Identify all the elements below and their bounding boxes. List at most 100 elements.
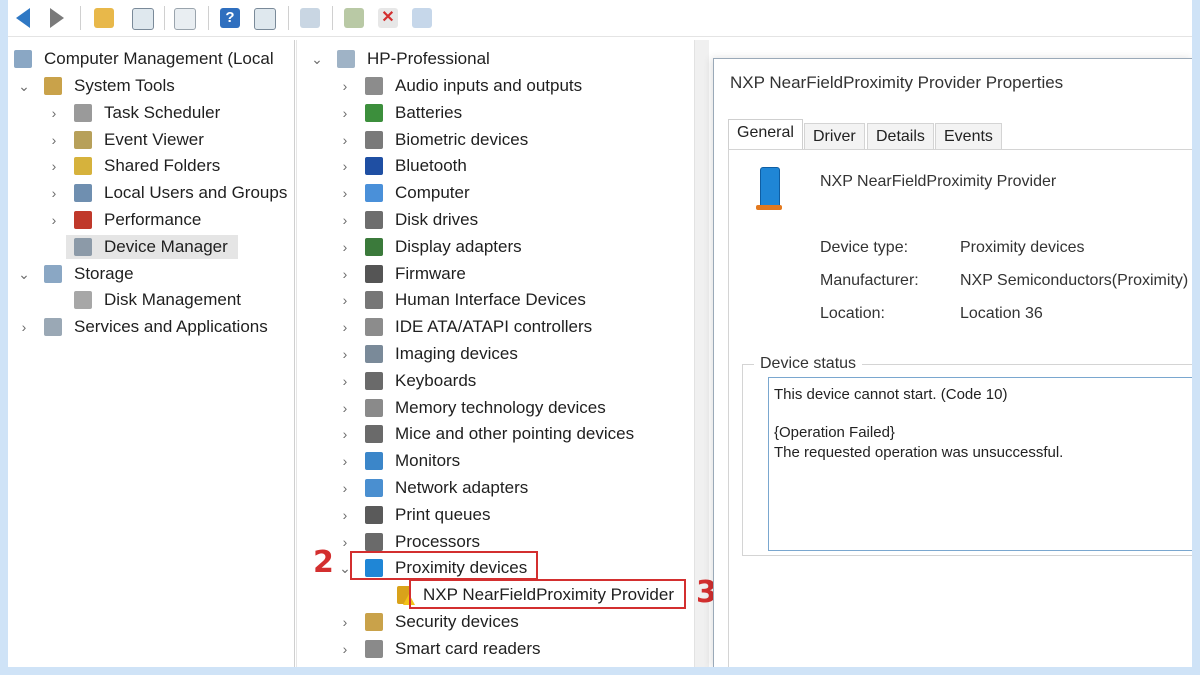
tab-events[interactable]: Events bbox=[935, 123, 1002, 150]
network-adapters-icon bbox=[365, 479, 383, 497]
chevron-right-icon[interactable]: › bbox=[337, 502, 353, 528]
enable-device-icon[interactable] bbox=[412, 8, 432, 28]
bluetooth-icon bbox=[365, 157, 383, 176]
device-tree-item-label: Computer bbox=[395, 183, 470, 203]
chevron-right-icon[interactable]: › bbox=[337, 287, 353, 313]
chevron-right-icon[interactable]: › bbox=[16, 314, 32, 340]
chevron-right-icon[interactable]: › bbox=[46, 180, 62, 206]
help-icon[interactable]: ? bbox=[220, 8, 240, 28]
device-status-textbox[interactable]: This device cannot start. (Code 10) {Ope… bbox=[768, 377, 1192, 551]
chevron-right-icon[interactable]: › bbox=[46, 127, 62, 153]
chevron-right-icon[interactable]: › bbox=[337, 153, 353, 179]
tree-item-label: Local Users and Groups bbox=[104, 183, 288, 203]
chevron-right-icon[interactable]: › bbox=[337, 448, 353, 474]
chevron-right-icon[interactable]: › bbox=[337, 73, 353, 99]
location-label: Location: bbox=[820, 305, 885, 322]
back-icon[interactable] bbox=[16, 8, 30, 28]
device-tree-item-label: Biometric devices bbox=[395, 129, 529, 149]
chevron-right-icon[interactable]: › bbox=[337, 261, 353, 287]
manufacturer-label: Manufacturer: bbox=[820, 272, 919, 289]
system-tools-icon bbox=[44, 77, 62, 95]
device-tree-item-label: Software devices bbox=[395, 663, 524, 667]
chevron-right-icon[interactable]: › bbox=[337, 609, 353, 635]
device-tree-item-label: Mice and other pointing devices bbox=[395, 424, 635, 444]
action-pane-icon[interactable] bbox=[254, 8, 276, 30]
device-tree-item-label: Batteries bbox=[395, 102, 463, 122]
tree-item-label: Shared Folders bbox=[104, 156, 221, 176]
computer-icon bbox=[337, 50, 355, 68]
tree-item-label: Disk Management bbox=[104, 290, 242, 310]
chevron-down-icon[interactable]: ⌄ bbox=[16, 73, 32, 99]
chevron-right-icon[interactable]: › bbox=[337, 180, 353, 206]
chevron-down-icon[interactable]: ⌄ bbox=[16, 261, 32, 287]
device-properties-dialog: NXP NearFieldProximity Provider Properti… bbox=[713, 58, 1192, 667]
device-tree-item-label: Security devices bbox=[395, 612, 519, 631]
chevron-right-icon[interactable]: › bbox=[46, 153, 62, 179]
up-folder-icon[interactable] bbox=[94, 8, 114, 28]
chevron-right-icon[interactable]: › bbox=[337, 127, 353, 153]
chevron-right-icon[interactable]: › bbox=[337, 395, 353, 421]
batteries-icon bbox=[365, 103, 383, 122]
event-viewer-icon bbox=[74, 130, 92, 149]
biometric-devices-icon bbox=[365, 130, 383, 149]
chevron-down-icon[interactable]: ⌄ bbox=[309, 46, 325, 72]
chevron-right-icon[interactable]: › bbox=[337, 421, 353, 447]
device-name: NXP NearFieldProximity Provider bbox=[820, 173, 1057, 190]
manufacturer-value: NXP Semiconductors(Proximity) bbox=[960, 272, 1189, 289]
chevron-right-icon[interactable]: › bbox=[337, 314, 353, 340]
device-manager-icon bbox=[74, 237, 92, 256]
uninstall-device-icon[interactable]: ✕ bbox=[378, 8, 398, 28]
chevron-right-icon bbox=[46, 287, 62, 313]
device-type-label: Device type: bbox=[820, 239, 909, 256]
mice-and-other-pointing-devices-icon bbox=[365, 425, 383, 444]
device-tree-item-label: Human Interface Devices bbox=[395, 290, 586, 310]
update-driver-icon[interactable] bbox=[344, 8, 364, 28]
console-tree: Computer Management (Local ⌄ System Tools… bbox=[8, 40, 295, 667]
tree-item-label: Device Manager bbox=[104, 236, 228, 256]
tab-general[interactable]: General bbox=[728, 119, 803, 151]
firmware-icon bbox=[365, 264, 383, 283]
keyboards-icon bbox=[365, 371, 383, 390]
chevron-right-icon[interactable]: › bbox=[337, 207, 353, 233]
forward-icon[interactable] bbox=[50, 8, 64, 28]
chevron-right-icon[interactable]: › bbox=[337, 234, 353, 260]
chevron-right-icon[interactable]: › bbox=[46, 207, 62, 233]
step-marker-2: 2 bbox=[313, 545, 334, 580]
tab-driver[interactable]: Driver bbox=[804, 123, 865, 150]
display-adapters-icon bbox=[365, 237, 383, 256]
chevron-right-icon[interactable]: › bbox=[337, 636, 353, 662]
device-tree-item-label: Audio inputs and outputs bbox=[395, 76, 583, 95]
device-tree-item-label: Disk drives bbox=[395, 210, 479, 229]
device-tree-item-label: Keyboards bbox=[395, 370, 477, 390]
disk-management-icon bbox=[74, 291, 92, 310]
chevron-right-icon[interactable]: › bbox=[337, 341, 353, 367]
scan-hardware-icon[interactable] bbox=[300, 8, 320, 28]
device-tree-item-label: Print queues bbox=[395, 504, 491, 524]
device-tree-item-label: IDE ATA/ATAPI controllers bbox=[395, 317, 593, 337]
device-tree-item-label: Firmware bbox=[395, 263, 466, 283]
toolbar: ? ✕ bbox=[8, 0, 1192, 37]
show-hide-tree-icon[interactable] bbox=[132, 8, 154, 30]
device-status-label: Device status bbox=[754, 355, 863, 373]
properties-icon[interactable] bbox=[174, 8, 196, 30]
status-line: The requested operation was unsuccessful… bbox=[774, 444, 1064, 461]
vertical-scrollbar[interactable] bbox=[694, 40, 709, 667]
highlight-box-step-3 bbox=[409, 579, 686, 609]
device-tree-item-label: Imaging devices bbox=[395, 344, 518, 363]
chevron-right-icon[interactable]: › bbox=[337, 368, 353, 394]
chevron-right-icon[interactable]: › bbox=[337, 663, 353, 667]
tree-item-label: System Tools bbox=[74, 76, 175, 95]
tab-details[interactable]: Details bbox=[867, 123, 934, 150]
device-tree-item-label: Monitors bbox=[395, 451, 461, 471]
local-users-and-groups-icon bbox=[74, 184, 92, 203]
ide-ata-atapi-controllers-icon bbox=[365, 318, 383, 337]
chevron-right-icon[interactable]: › bbox=[337, 100, 353, 126]
tree-item-label: Services and Applications bbox=[74, 317, 268, 337]
status-line: {Operation Failed} bbox=[774, 424, 895, 441]
status-line: This device cannot start. (Code 10) bbox=[774, 386, 1008, 403]
chevron-right-icon[interactable]: › bbox=[46, 100, 62, 126]
chevron-right-icon[interactable]: › bbox=[337, 475, 353, 501]
human-interface-devices-icon bbox=[365, 291, 383, 310]
computer-management-window: ? ✕ Computer Management (Local ⌄ System T… bbox=[8, 0, 1192, 667]
chevron-right-icon bbox=[46, 234, 62, 260]
